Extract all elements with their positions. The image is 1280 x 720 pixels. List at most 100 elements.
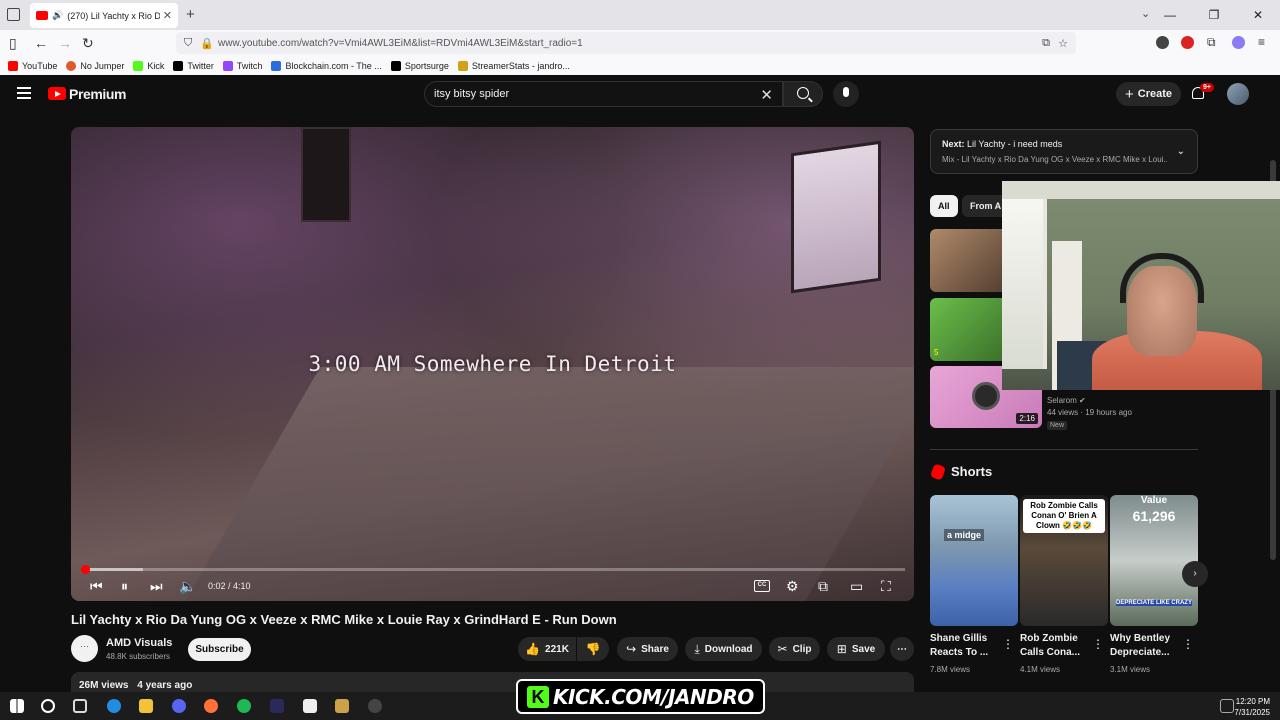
- extensions-icon[interactable]: ⧉: [1207, 35, 1216, 50]
- minimize-icon[interactable]: —: [1148, 8, 1192, 22]
- subscribe-button[interactable]: Subscribe: [188, 638, 251, 661]
- discord-icon[interactable]: [172, 699, 186, 713]
- captions-icon[interactable]: CC: [754, 580, 770, 592]
- search-button[interactable]: [783, 81, 823, 107]
- tab-list-icon[interactable]: [7, 8, 20, 21]
- theater-mode-icon[interactable]: ▭: [850, 578, 863, 595]
- short-title-1[interactable]: Shane Gillis Reacts To ...: [930, 632, 998, 660]
- new-tab-icon[interactable]: +: [186, 6, 195, 23]
- forward-icon[interactable]: →: [58, 35, 72, 51]
- kick-stream-banner: K KICK.COM/JANDRO: [516, 679, 765, 714]
- more-vert-icon[interactable]: ⋮: [1182, 637, 1194, 651]
- task-view-icon[interactable]: [73, 699, 87, 713]
- bookmark-youtube[interactable]: YouTube: [8, 60, 57, 71]
- windows-start-icon[interactable]: [10, 699, 24, 713]
- time-display: 0:02 / 4:10: [208, 581, 251, 591]
- search-input[interactable]: itsy bitsy spider ✕: [424, 81, 783, 107]
- obs-icon[interactable]: [368, 699, 382, 713]
- app-icon[interactable]: [335, 699, 349, 713]
- view-count: 26M views: [79, 680, 129, 691]
- clip-button[interactable]: ✂ Clip: [769, 637, 820, 661]
- chip-all[interactable]: All: [930, 195, 958, 217]
- webcam-overlay: [1002, 181, 1280, 390]
- bookmark-kick[interactable]: Kick: [133, 60, 164, 71]
- up-next-title: Lil Yachty - i need meds: [967, 139, 1063, 149]
- app-icon[interactable]: [270, 699, 284, 713]
- share-button[interactable]: ↪ Share: [617, 637, 678, 661]
- x-icon: [173, 60, 184, 71]
- download-button[interactable]: ⤓ Download: [685, 637, 762, 661]
- firefox-icon[interactable]: [204, 699, 218, 713]
- progress-bar[interactable]: [83, 568, 905, 571]
- account-icon[interactable]: [1156, 36, 1169, 49]
- sidebar-toggle-icon[interactable]: ▯: [9, 35, 17, 52]
- settings-gear-icon[interactable]: ⚙: [786, 578, 799, 595]
- bookmark-twitch[interactable]: Twitch: [222, 60, 262, 71]
- related-channel[interactable]: Selarom ✔: [1047, 396, 1086, 405]
- logo-label[interactable]: Premium: [69, 86, 127, 102]
- speaker-icon[interactable]: 🔊: [52, 10, 63, 21]
- avatar[interactable]: [1227, 83, 1249, 105]
- bookmark-nojumper[interactable]: No Jumper: [66, 60, 124, 71]
- miniplayer-icon[interactable]: ⧉: [818, 578, 828, 595]
- notepad-icon[interactable]: [303, 699, 317, 713]
- up-next-card[interactable]: Next: Lil Yachty - i need meds Mix - Lil…: [930, 129, 1198, 174]
- next-icon[interactable]: ⏭: [150, 578, 163, 595]
- menu-icon[interactable]: ≡: [1258, 35, 1265, 49]
- channel-name[interactable]: AMD Visuals: [106, 637, 172, 649]
- like-button[interactable]: 👍 221K: [518, 637, 576, 661]
- save-button[interactable]: ⊞ Save: [827, 637, 885, 661]
- search-icon[interactable]: [41, 699, 55, 713]
- shorts-next-chevron-icon[interactable]: ›: [1182, 561, 1208, 587]
- browser-tab[interactable]: 🔊 (270) Lil Yachty x Rio Da Yu ✕: [30, 3, 178, 28]
- maximize-icon[interactable]: ❐: [1192, 8, 1236, 22]
- hamburger-menu-icon[interactable]: [17, 87, 31, 99]
- channel-avatar[interactable]: ···: [71, 635, 98, 662]
- ai-extension-icon[interactable]: [1232, 36, 1245, 49]
- more-vert-icon[interactable]: ⋮: [1002, 637, 1014, 651]
- taskbar-clock[interactable]: 12:20 PM 7/31/2025: [1234, 696, 1270, 718]
- short-thumbnail-1[interactable]: a midge: [930, 495, 1018, 626]
- more-vert-icon[interactable]: ⋮: [1092, 637, 1104, 651]
- kick-url-text: KICK.COM/JANDRO: [553, 684, 754, 709]
- previous-icon[interactable]: ⏮: [90, 578, 103, 595]
- more-actions-button[interactable]: ⋯: [890, 637, 914, 661]
- chevron-down-icon[interactable]: ⌄: [1177, 146, 1185, 157]
- short-thumbnail-2[interactable]: Rob Zombie Calls Conan O' Brien A Clown …: [1020, 495, 1108, 626]
- url-bar[interactable]: ⛉ 🔒 www.youtube.com/watch?v=Vmi4AWL3EiM&…: [176, 32, 1076, 54]
- pen-icon[interactable]: [1220, 699, 1234, 713]
- adblock-icon[interactable]: [1181, 36, 1194, 49]
- bookmark-twitter[interactable]: Twitter: [173, 60, 214, 71]
- bookmark-streamerstats[interactable]: StreamerStats - jandro...: [457, 60, 570, 71]
- bookmark-star-icon[interactable]: ☆: [1058, 37, 1068, 50]
- close-window-icon[interactable]: ✕: [1236, 8, 1280, 22]
- file-explorer-icon[interactable]: [139, 699, 153, 713]
- edge-icon[interactable]: [107, 699, 121, 713]
- short-thumbnail-3[interactable]: Value 61,296 DEPRECIATE LIKE CRAZY: [1110, 495, 1198, 626]
- clear-search-icon[interactable]: ✕: [760, 86, 773, 104]
- back-icon[interactable]: ←: [34, 35, 48, 51]
- volume-icon[interactable]: 🔈: [179, 578, 196, 595]
- bookmark-blockchain[interactable]: Blockchain.com - The ...: [271, 60, 382, 71]
- more-dots-icon: ⋯: [897, 643, 907, 655]
- short-title-3[interactable]: Why Bentley Depreciate...: [1110, 632, 1178, 660]
- translate-icon[interactable]: ⧉: [1042, 37, 1050, 50]
- fullscreen-icon[interactable]: ⛶: [881, 578, 891, 595]
- scrubber-handle[interactable]: [81, 565, 90, 574]
- pause-icon[interactable]: ⏸: [121, 578, 128, 595]
- short-title-2[interactable]: Rob Zombie Calls Cona...: [1020, 632, 1088, 660]
- youtube-logo-icon[interactable]: [48, 87, 66, 100]
- dislike-button[interactable]: 👎: [577, 637, 609, 661]
- browser-nav-bar: ▯ ← → ↻ ⛉ 🔒 www.youtube.com/watch?v=Vmi4…: [0, 30, 1280, 56]
- voice-search-icon[interactable]: [833, 81, 859, 107]
- spotify-icon[interactable]: [237, 699, 251, 713]
- bookmark-sportsurge[interactable]: Sportsurge: [390, 60, 449, 71]
- shield-icon[interactable]: ⛉: [184, 37, 192, 50]
- divider: [930, 449, 1198, 450]
- video-player[interactable]: 3:00 AM Somewhere In Detroit ⏮ ⏸ ⏭ 🔈 0:0…: [71, 127, 914, 601]
- close-tab-icon[interactable]: ✕: [163, 9, 172, 22]
- lock-icon: 🔒: [200, 37, 214, 50]
- description-box[interactable]: 26M views 4 years ago: [71, 672, 914, 694]
- reload-icon[interactable]: ↻: [82, 35, 94, 52]
- create-button[interactable]: + Create: [1116, 82, 1181, 106]
